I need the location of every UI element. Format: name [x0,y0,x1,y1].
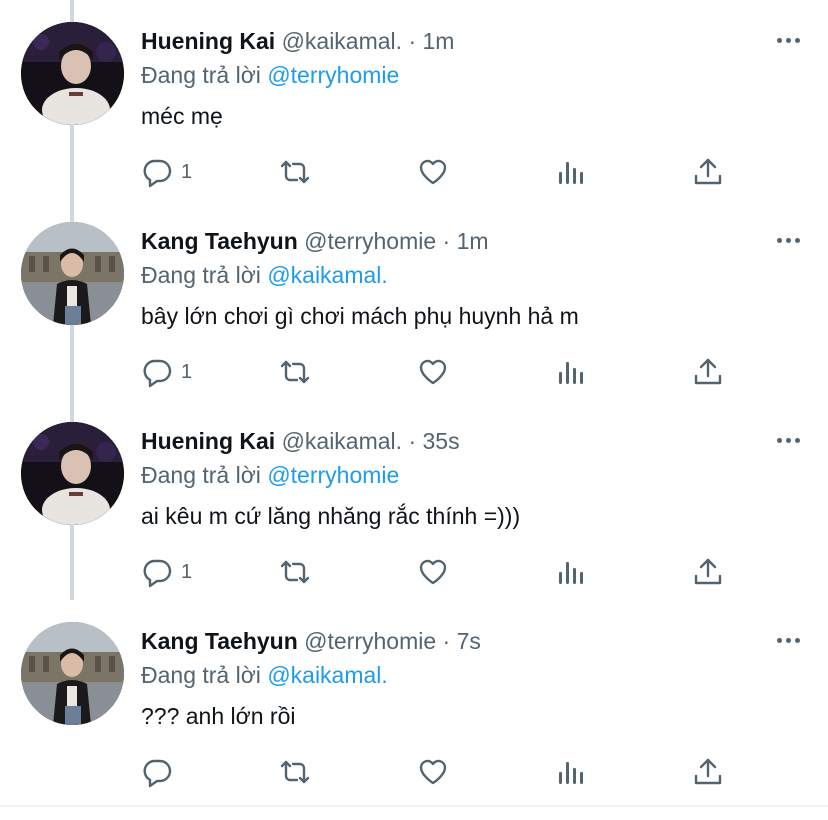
like-button[interactable] [417,354,449,390]
author-name[interactable]: Kang Taehyun [141,628,298,654]
mention-link[interactable]: @terryhomie [267,462,399,488]
author-handle[interactable]: @kaikamal. [282,28,403,54]
share-icon [694,558,722,585]
share-icon [694,158,722,185]
avatar[interactable] [21,422,124,525]
share-button[interactable] [692,154,724,190]
avatar[interactable] [21,622,124,725]
retweet-button[interactable] [279,154,311,190]
tweet-text: ai kêu m cứ lăng nhăng rắc thính =))) [141,503,521,529]
more-icon[interactable] [774,626,802,654]
reply-icon [143,759,172,788]
replying-to-label: Đang trả lời [141,262,261,288]
tweet-text: méc mẹ [141,103,223,129]
separator-dot: · [442,228,451,254]
tweet[interactable]: Huening Kai @kaikamal. · 35s Đang trả lờ… [0,400,828,600]
views-icon [559,362,583,384]
avatar[interactable] [21,222,124,325]
like-icon [419,559,447,585]
more-icon[interactable] [774,226,802,254]
timestamp[interactable]: 7s [457,628,481,654]
replying-to-label: Đang trả lời [141,462,261,488]
reply-icon [143,559,172,588]
share-button[interactable] [692,554,724,590]
share-icon [694,758,722,785]
views-button[interactable] [555,754,587,790]
retweet-icon [280,360,310,384]
reply-count: 1 [181,160,193,183]
timestamp[interactable]: 35s [423,428,460,454]
tweet[interactable]: Huening Kai @kaikamal. · 1m Đang trả lời… [0,0,828,200]
like-icon [419,159,447,185]
separator-dot: · [442,628,451,654]
action-bar: 1 [141,554,741,590]
tweet-text: bây lớn chơi gì chơi mách phụ huynh hả m [141,303,579,329]
views-icon [559,162,583,184]
tweet[interactable]: Kang Taehyun @terryhomie · 1m Đang trả l… [0,200,828,400]
author-name[interactable]: Huening Kai [141,28,275,54]
separator-dot: · [408,28,417,54]
like-icon [419,359,447,385]
views-button[interactable] [555,354,587,390]
tweet[interactable]: Kang Taehyun @terryhomie · 7s Đang trả l… [0,600,828,800]
replying-to: Đang trả lời @terryhomie [141,60,399,90]
reply-button[interactable] [141,754,181,790]
reply-button[interactable]: 1 [141,154,192,190]
author-name[interactable]: Kang Taehyun [141,228,298,254]
tweet-text: ??? anh lớn rồi [141,703,296,729]
author-handle[interactable]: @terryhomie [304,628,436,654]
reply-count: 1 [181,360,193,383]
reply-count: 1 [181,560,193,583]
retweet-button[interactable] [279,354,311,390]
replying-to: Đang trả lời @kaikamal. [141,260,388,290]
more-icon[interactable] [774,26,802,54]
views-button[interactable] [555,154,587,190]
reply-button[interactable]: 1 [141,554,192,590]
divider [0,805,828,807]
like-button[interactable] [417,554,449,590]
retweet-button[interactable] [279,754,311,790]
author-name[interactable]: Huening Kai [141,428,275,454]
replying-to: Đang trả lời @terryhomie [141,460,399,490]
separator-dot: · [408,428,417,454]
share-button[interactable] [692,354,724,390]
mention-link[interactable]: @kaikamal. [267,262,388,288]
views-button[interactable] [555,554,587,590]
author-handle[interactable]: @kaikamal. [282,428,403,454]
avatar[interactable] [21,22,124,125]
mention-link[interactable]: @terryhomie [267,62,399,88]
like-button[interactable] [417,754,449,790]
like-icon [419,759,447,785]
retweet-icon [280,160,310,184]
retweet-icon [280,760,310,784]
views-icon [559,562,583,584]
more-icon[interactable] [774,426,802,454]
retweet-button[interactable] [279,554,311,590]
action-bar: 1 [141,354,741,390]
timestamp[interactable]: 1m [423,28,455,54]
action-bar [141,754,741,790]
reply-icon [143,159,172,188]
replying-to: Đang trả lời @kaikamal. [141,660,388,690]
reply-icon [143,359,172,388]
share-icon [694,358,722,385]
action-bar: 1 [141,154,741,190]
reply-button[interactable]: 1 [141,354,192,390]
retweet-icon [280,560,310,584]
author-handle[interactable]: @terryhomie [304,228,436,254]
replying-to-label: Đang trả lời [141,662,261,688]
timestamp[interactable]: 1m [457,228,489,254]
like-button[interactable] [417,154,449,190]
mention-link[interactable]: @kaikamal. [267,662,388,688]
share-button[interactable] [692,754,724,790]
views-icon [559,762,583,784]
replying-to-label: Đang trả lời [141,62,261,88]
